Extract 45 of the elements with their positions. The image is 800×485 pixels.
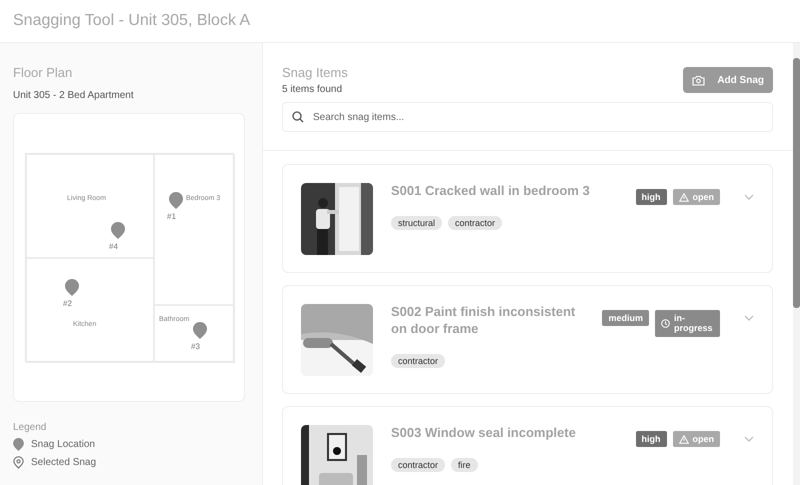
status-badge: in-progress (655, 310, 720, 337)
map-pin-icon[interactable] (193, 322, 207, 339)
map-pin-icon[interactable] (169, 192, 183, 209)
pin-label: #3 (191, 342, 200, 351)
tag: contractor (391, 354, 446, 368)
tag: contractor (448, 216, 502, 230)
panel-title: Snag Items (282, 65, 348, 80)
snag-title: S002 Paint finish inconsistent on door frame (391, 304, 576, 338)
snag-card[interactable]: S003 Window seal incomplete contractor fire high open (282, 406, 773, 485)
chevron-down-icon[interactable] (744, 436, 754, 442)
map-pin-icon[interactable] (65, 279, 79, 296)
legend-label: Selected Snag (31, 457, 96, 468)
warning-icon (678, 192, 688, 202)
pin-label: #4 (109, 242, 118, 251)
tag: contractor (391, 458, 446, 472)
search-field[interactable]: Search snag items... (282, 102, 773, 132)
chevron-down-icon[interactable] (744, 194, 754, 200)
clock-icon (661, 318, 670, 328)
legend-title: Legend (13, 422, 48, 433)
tag: structural (391, 216, 442, 230)
pin-label: #2 (63, 299, 72, 308)
map-pin-icon (13, 456, 24, 469)
item-count: 5 items found (282, 84, 344, 95)
pin-label: #1 (167, 212, 176, 221)
status-badge: open (672, 189, 720, 206)
snag-card[interactable]: S001 Cracked wall in bedroom 3 structural contractor high open (282, 164, 773, 273)
tag: fire (451, 458, 478, 472)
camera-icon (692, 74, 706, 86)
severity-badge: high (636, 431, 666, 447)
warning-icon (678, 434, 688, 444)
status-badge: open (672, 431, 720, 448)
chevron-down-icon[interactable] (744, 315, 754, 321)
snag-title: S003 Window seal incomplete (391, 425, 577, 442)
map-pin-icon (13, 438, 24, 451)
panel-title: Floor Plan (13, 65, 74, 80)
plan-subtitle: Unit 305 - 2 Bed Apartment (13, 90, 135, 101)
window-title: Snagging Tool - Unit 305, Block A (13, 12, 250, 30)
snag-card[interactable]: S002 Paint finish inconsistent on door frame contractor medium in-progress (282, 285, 773, 394)
map-pin-icon[interactable] (111, 222, 125, 239)
snag-title: S001 Cracked wall in bedroom 3 (391, 183, 591, 200)
legend-label: Snag Location (31, 439, 95, 450)
severity-badge: medium (602, 310, 649, 326)
severity-badge: high (636, 189, 666, 205)
scrollbar[interactable] (793, 43, 800, 485)
search-icon (292, 111, 304, 123)
